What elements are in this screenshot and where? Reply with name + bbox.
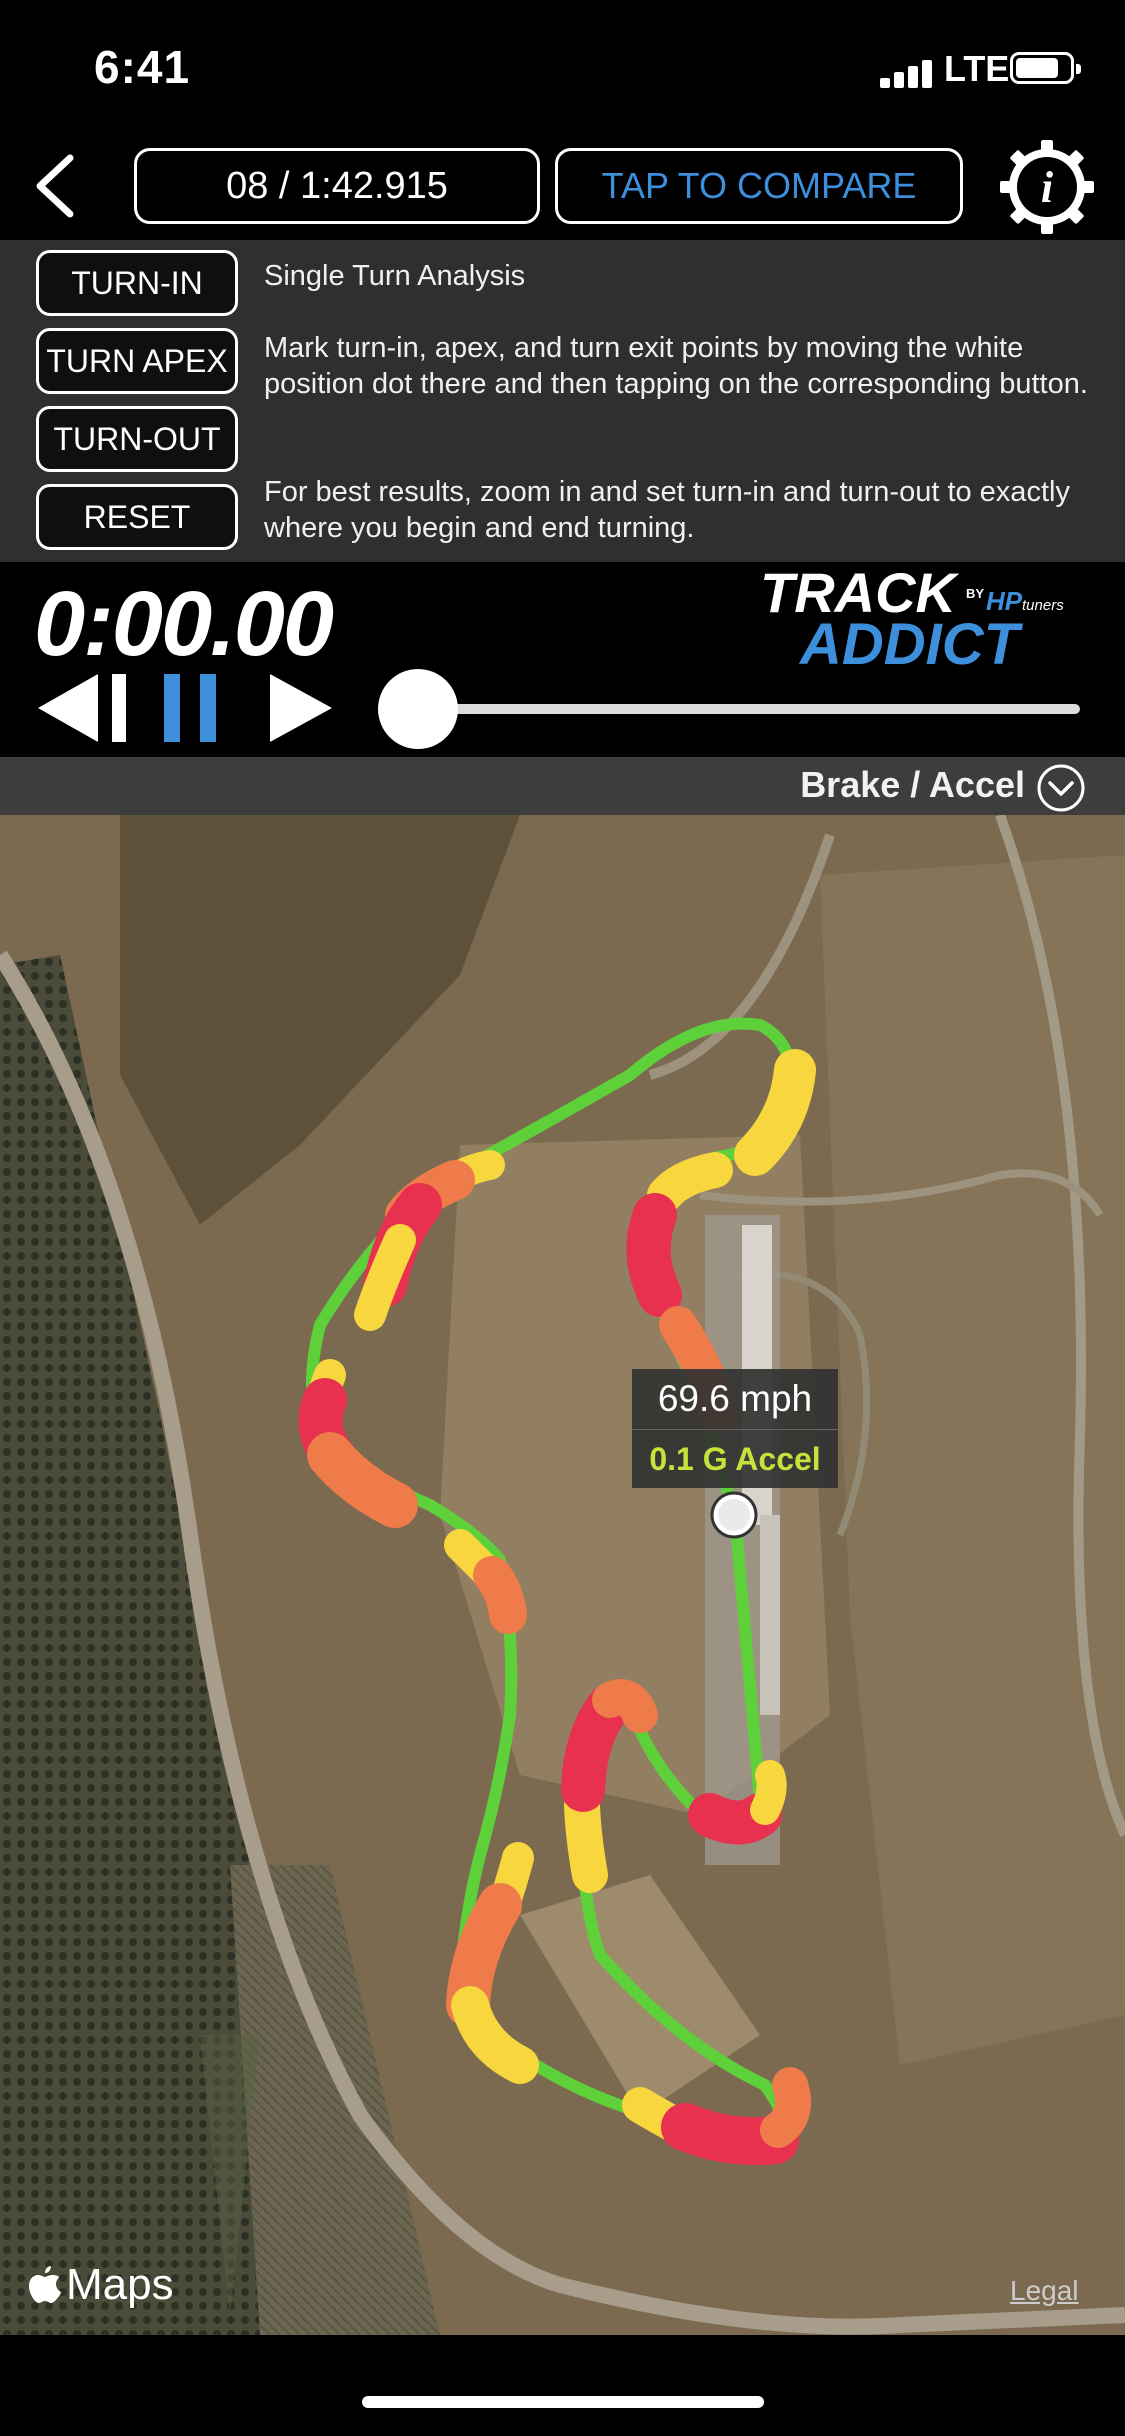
turn-analysis-panel: TURN-IN TURN APEX TURN-OUT RESET Single … (0, 240, 1125, 562)
play-icon (270, 674, 332, 742)
apple-maps-logo: Maps (28, 2260, 174, 2310)
bottom-bar (0, 2335, 1125, 2436)
accel-value: 0.1 G Accel (632, 1429, 838, 1488)
mode-selector[interactable]: Brake / Accel (800, 764, 1025, 806)
chevron-down-icon[interactable] (1036, 763, 1086, 813)
home-indicator[interactable] (362, 2396, 764, 2408)
pause-button[interactable] (164, 672, 218, 744)
trackaddict-logo: TRACK BY HP tuners ADDICT (760, 561, 1080, 677)
cellular-signal-icon (880, 58, 940, 88)
panel-instructions: Mark turn-in, apex, and turn exit points… (264, 332, 1088, 400)
panel-title: Single Turn Analysis (264, 260, 526, 292)
playback-slider-track[interactable] (430, 704, 1080, 714)
speed-readout: 69.6 mph 0.1 G Accel (632, 1369, 838, 1488)
panel-tip: For best results, zoom in and set turn-i… (264, 476, 1070, 544)
legal-link[interactable]: Legal (1010, 2275, 1079, 2307)
turn-in-button[interactable]: TURN-IN (36, 250, 238, 316)
pit-building-2 (760, 1515, 780, 1715)
logo-tuners: tuners (1022, 597, 1064, 614)
playback-slider-thumb[interactable] (378, 669, 458, 749)
satellite-map[interactable] (0, 815, 1125, 2335)
turn-out-button[interactable]: TURN-OUT (36, 406, 238, 472)
reset-button[interactable]: RESET (36, 484, 238, 550)
turn-apex-button[interactable]: TURN APEX (36, 328, 238, 394)
back-button[interactable] (30, 150, 82, 222)
compare-button[interactable]: TAP TO COMPARE (555, 148, 963, 224)
previous-button[interactable] (36, 672, 132, 744)
maps-label: Maps (66, 2260, 174, 2309)
skip-back-icon (38, 674, 126, 742)
lap-timer: 0:00.00 (34, 573, 334, 675)
apple-icon (29, 2266, 61, 2303)
svg-text:i: i (1041, 163, 1054, 212)
network-type: LTE (944, 48, 1010, 89)
info-button[interactable]: i (998, 138, 1096, 236)
pause-icon (164, 674, 216, 742)
gear-info-icon: i (1000, 140, 1094, 234)
chevron-left-icon (36, 154, 74, 218)
speed-value: 69.6 mph (632, 1369, 838, 1429)
play-button[interactable] (268, 672, 334, 744)
lap-time-selector[interactable]: 08 / 1:42.915 (134, 148, 540, 224)
logo-addict: ADDICT (798, 612, 1024, 672)
status-time: 6:41 (94, 41, 191, 93)
battery-icon (1010, 52, 1081, 84)
track-map[interactable] (0, 815, 1125, 2335)
logo-by: BY (966, 586, 984, 601)
